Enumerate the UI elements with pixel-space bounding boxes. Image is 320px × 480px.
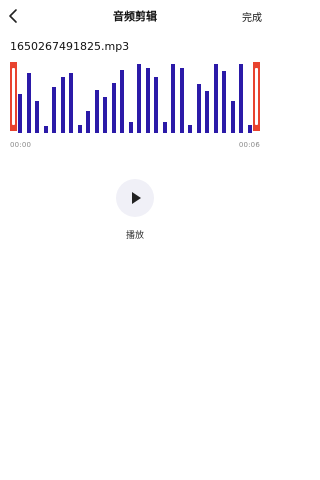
waveform-bar bbox=[120, 70, 125, 133]
trim-start-handle[interactable] bbox=[10, 62, 17, 131]
play-label: 播放 bbox=[125, 231, 144, 241]
trim-end-handle[interactable] bbox=[253, 62, 260, 131]
waveform-bar bbox=[86, 111, 91, 133]
waveform-bar bbox=[154, 77, 159, 133]
done-button[interactable]: 完成 bbox=[242, 9, 262, 24]
waveform-bar bbox=[128, 122, 133, 133]
waveform-bar bbox=[77, 125, 82, 133]
waveform-bar bbox=[69, 73, 74, 133]
waveform-bar bbox=[188, 125, 193, 133]
waveform-bar bbox=[26, 73, 31, 133]
timeline: 00:00 00:06 bbox=[10, 141, 260, 151]
waveform-bar bbox=[171, 64, 176, 133]
waveform-bar bbox=[145, 68, 150, 133]
waveform-bar bbox=[205, 91, 210, 133]
file-name: 1650267491825.mp3 bbox=[10, 40, 130, 53]
waveform-bar bbox=[222, 71, 227, 133]
waveform-bar bbox=[18, 94, 22, 133]
end-time: 00:06 bbox=[238, 141, 260, 149]
waveform-bar bbox=[52, 87, 57, 133]
waveform-bar bbox=[94, 90, 99, 133]
header-bar: 音频剪辑 完成 bbox=[0, 0, 270, 34]
waveform-bar bbox=[43, 126, 48, 133]
waveform-bar bbox=[35, 101, 40, 133]
play-button[interactable] bbox=[116, 179, 154, 217]
waveform-bar bbox=[179, 68, 184, 133]
waveform-bar bbox=[196, 84, 201, 133]
waveform-bar bbox=[111, 83, 116, 133]
waveform-bar bbox=[248, 125, 252, 133]
waveform[interactable] bbox=[10, 60, 260, 133]
waveform-bar bbox=[103, 97, 108, 133]
waveform-bar bbox=[162, 122, 167, 133]
waveform-bar bbox=[137, 64, 142, 133]
waveform-bar bbox=[60, 77, 65, 133]
waveform-bar bbox=[239, 64, 244, 133]
play-icon bbox=[132, 192, 141, 204]
page-title: 音频剪辑 bbox=[113, 10, 157, 23]
waveform-bar bbox=[230, 101, 235, 133]
start-time: 00:00 bbox=[10, 141, 32, 149]
waveform-bar bbox=[213, 64, 218, 133]
